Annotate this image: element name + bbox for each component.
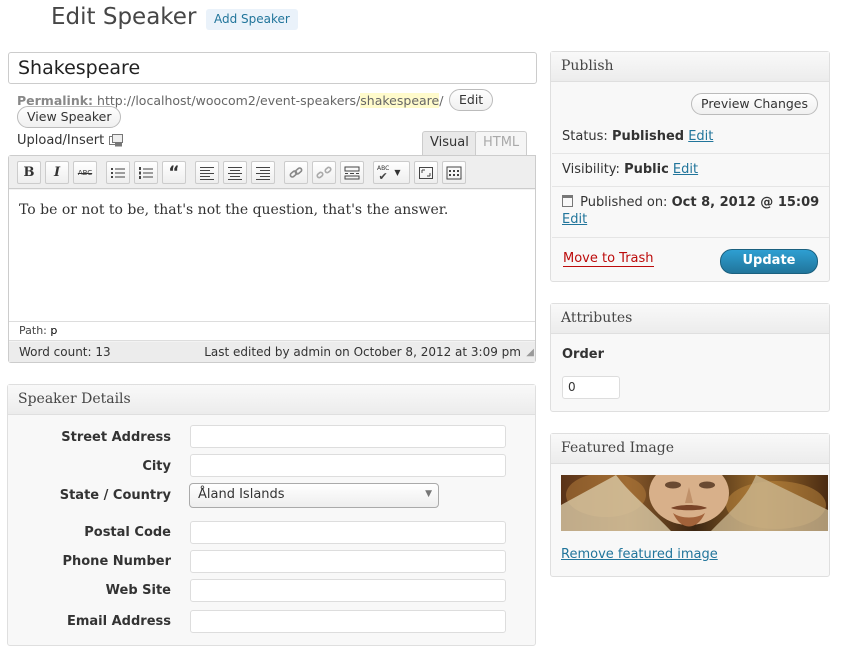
word-count-bar: Word count: 13 Last edited by admin on O… xyxy=(9,342,535,362)
city-label: City xyxy=(142,459,171,474)
country-select[interactable]: Åland Islands ▼ xyxy=(189,483,439,508)
kitchen-sink-icon xyxy=(446,166,462,179)
email-label: Email Address xyxy=(66,614,171,629)
fullscreen-icon xyxy=(419,166,433,179)
calendar-icon xyxy=(562,195,573,207)
numbered-list-icon xyxy=(139,166,153,179)
strikethrough-button[interactable]: ABC xyxy=(73,161,97,184)
attributes-title: Attributes xyxy=(551,304,829,334)
align-center-icon xyxy=(228,166,242,180)
publish-title: Publish xyxy=(551,52,829,82)
chevron-down-icon: ▼ xyxy=(394,168,401,177)
align-right-button[interactable] xyxy=(251,161,275,184)
permalink-base: http://localhost/woocom2/event-speakers/ xyxy=(97,93,361,108)
unlink-button[interactable] xyxy=(312,161,336,184)
path-value[interactable]: p xyxy=(50,324,57,337)
editor-content[interactable]: To be or not to be, that's not the quest… xyxy=(9,190,535,322)
email-input[interactable] xyxy=(190,610,506,633)
preview-changes-button[interactable]: Preview Changes xyxy=(691,93,819,115)
attributes-box: Attributes Order 0 xyxy=(550,303,830,412)
numbered-list-button[interactable] xyxy=(134,161,158,184)
bullet-list-icon xyxy=(111,167,125,178)
divider xyxy=(552,237,829,238)
word-count: Word count: 13 xyxy=(19,345,111,359)
bold-button[interactable]: B xyxy=(17,161,41,184)
featured-image-box: Featured Image Remove featured image xyxy=(550,433,830,577)
divider xyxy=(552,153,829,154)
state-country-label: State / Country xyxy=(59,488,171,503)
speaker-details-box: Speaker Details Street Address City Stat… xyxy=(7,384,536,646)
country-selected-value: Åland Islands xyxy=(198,487,285,502)
street-input[interactable] xyxy=(190,425,506,448)
title-input[interactable]: Shakespeare xyxy=(8,52,537,84)
street-label: Street Address xyxy=(61,430,171,445)
move-to-trash-link[interactable]: Move to Trash xyxy=(563,251,654,267)
divider xyxy=(552,186,829,187)
published-on-label: Published on: xyxy=(580,195,668,210)
edit-status-link[interactable]: Edit xyxy=(688,129,713,144)
align-left-button[interactable] xyxy=(195,161,219,184)
dropdown-arrow-icon: ▼ xyxy=(425,489,432,499)
edit-date-link[interactable]: Edit xyxy=(562,212,587,227)
content-editor: B I ABC “ ABC ✔ ▼ To be or not to be, th… xyxy=(8,155,536,363)
bullet-list-button[interactable] xyxy=(106,161,130,184)
path-label: Path: xyxy=(19,324,47,337)
speaker-details-title: Speaker Details xyxy=(8,385,535,415)
tab-html[interactable]: HTML xyxy=(475,131,528,155)
align-center-button[interactable] xyxy=(223,161,247,184)
website-input[interactable] xyxy=(190,579,506,602)
publish-box: Publish Preview Changes Status: Publishe… xyxy=(550,51,830,282)
blockquote-button[interactable]: “ xyxy=(162,161,186,184)
order-input[interactable]: 0 xyxy=(562,376,620,399)
edit-slug-button[interactable]: Edit xyxy=(449,89,494,111)
published-on-value: Oct 8, 2012 @ 15:09 xyxy=(671,195,820,210)
order-label: Order xyxy=(562,347,604,362)
resize-handle-icon[interactable]: ◢ xyxy=(526,347,534,358)
tab-visual[interactable]: Visual xyxy=(422,131,477,155)
city-input[interactable] xyxy=(190,454,506,477)
status-label: Status: xyxy=(562,129,608,144)
path-bar: Path: p xyxy=(9,322,535,341)
website-label: Web Site xyxy=(105,583,171,598)
insert-more-button[interactable] xyxy=(340,161,364,184)
more-tag-icon xyxy=(344,166,360,179)
status-row: Status: Published Edit xyxy=(562,129,713,144)
remove-featured-image-link[interactable]: Remove featured image xyxy=(561,547,718,562)
insert-link-button[interactable] xyxy=(284,161,308,184)
unlink-icon xyxy=(316,166,332,178)
editor-toolbar: B I ABC “ ABC ✔ ▼ xyxy=(9,156,535,189)
postal-label: Postal Code xyxy=(84,525,171,540)
align-left-icon xyxy=(200,166,214,180)
add-speaker-button[interactable]: Add Speaker xyxy=(206,9,298,30)
italic-button[interactable]: I xyxy=(45,161,69,184)
published-on-row: Published on: Oct 8, 2012 @ 15:09 xyxy=(562,195,819,210)
upload-insert-label: Upload/Insert xyxy=(17,133,105,148)
edit-visibility-link[interactable]: Edit xyxy=(673,162,698,177)
status-value: Published xyxy=(611,129,685,144)
visibility-label: Visibility: xyxy=(562,162,620,177)
spellcheck-button[interactable]: ABC ✔ ▼ xyxy=(373,161,410,184)
permalink-tail: / xyxy=(439,93,444,108)
last-edited: Last edited by admin on October 8, 2012 … xyxy=(204,345,521,359)
add-media-icon[interactable] xyxy=(109,134,123,147)
phone-label: Phone Number xyxy=(62,554,171,569)
visibility-row: Visibility: Public Edit xyxy=(562,162,698,177)
update-button[interactable]: Update xyxy=(720,249,818,274)
align-right-icon xyxy=(256,166,270,180)
permalink-slug[interactable]: shakespeare xyxy=(360,93,440,108)
visibility-value: Public xyxy=(624,162,669,177)
phone-input[interactable] xyxy=(190,550,506,573)
checkmark-icon: ✔ xyxy=(378,169,388,183)
featured-image-title: Featured Image xyxy=(551,434,829,464)
featured-image-thumbnail[interactable] xyxy=(561,475,828,531)
link-icon xyxy=(289,166,303,178)
fullscreen-button[interactable] xyxy=(414,161,438,184)
view-speaker-button[interactable]: View Speaker xyxy=(17,106,122,128)
page-title: Edit Speaker xyxy=(51,4,197,30)
kitchen-sink-button[interactable] xyxy=(442,161,466,184)
postal-input[interactable] xyxy=(190,521,506,544)
